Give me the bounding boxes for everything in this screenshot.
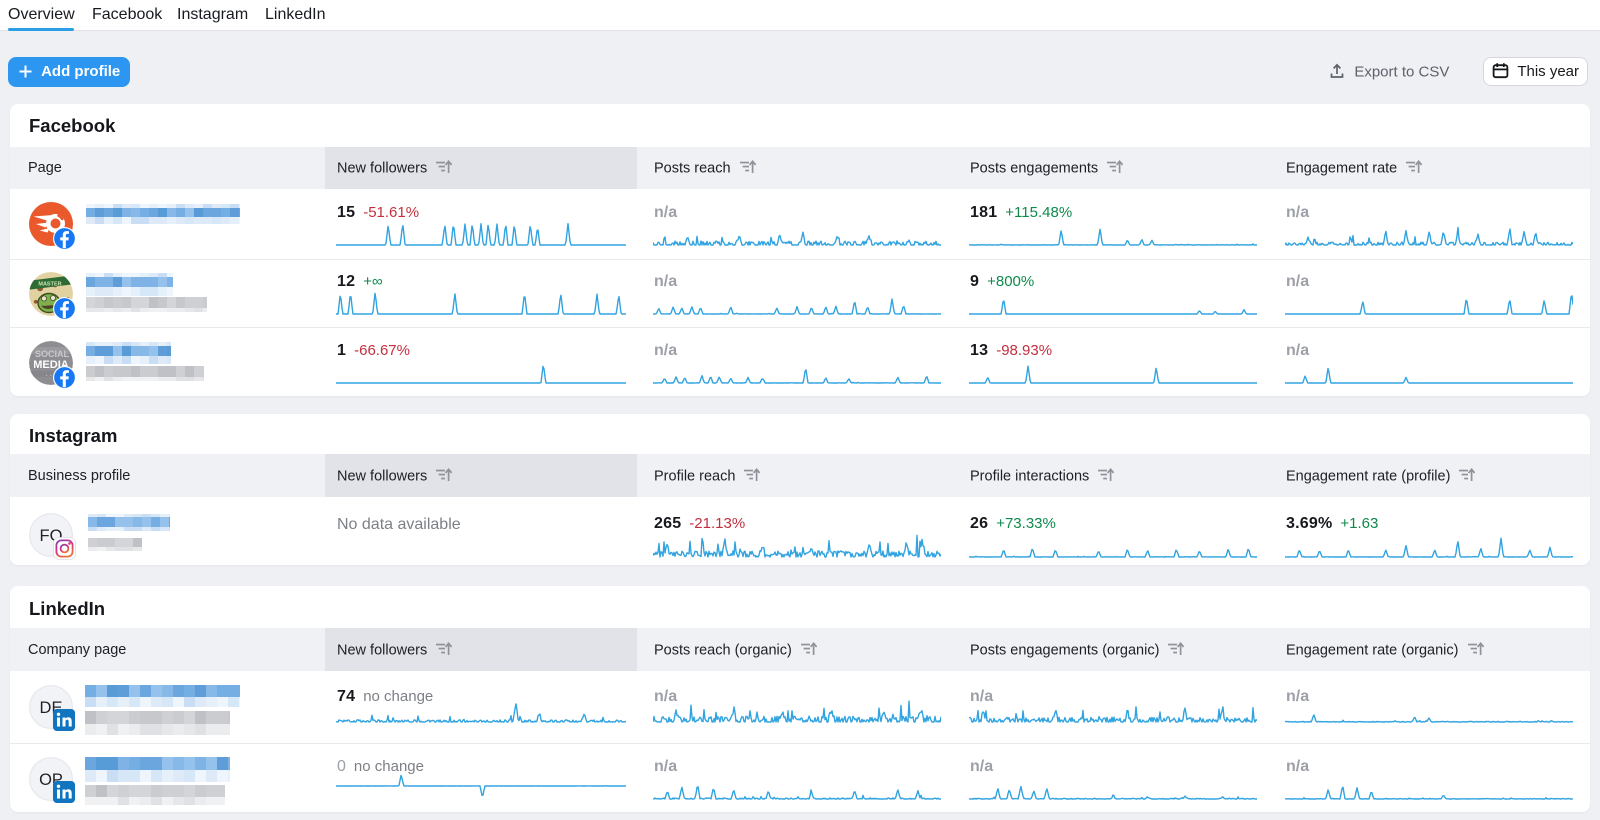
svg-text:SOCIAL: SOCIAL (35, 349, 70, 359)
svg-text:MASTER: MASTER (38, 281, 61, 287)
